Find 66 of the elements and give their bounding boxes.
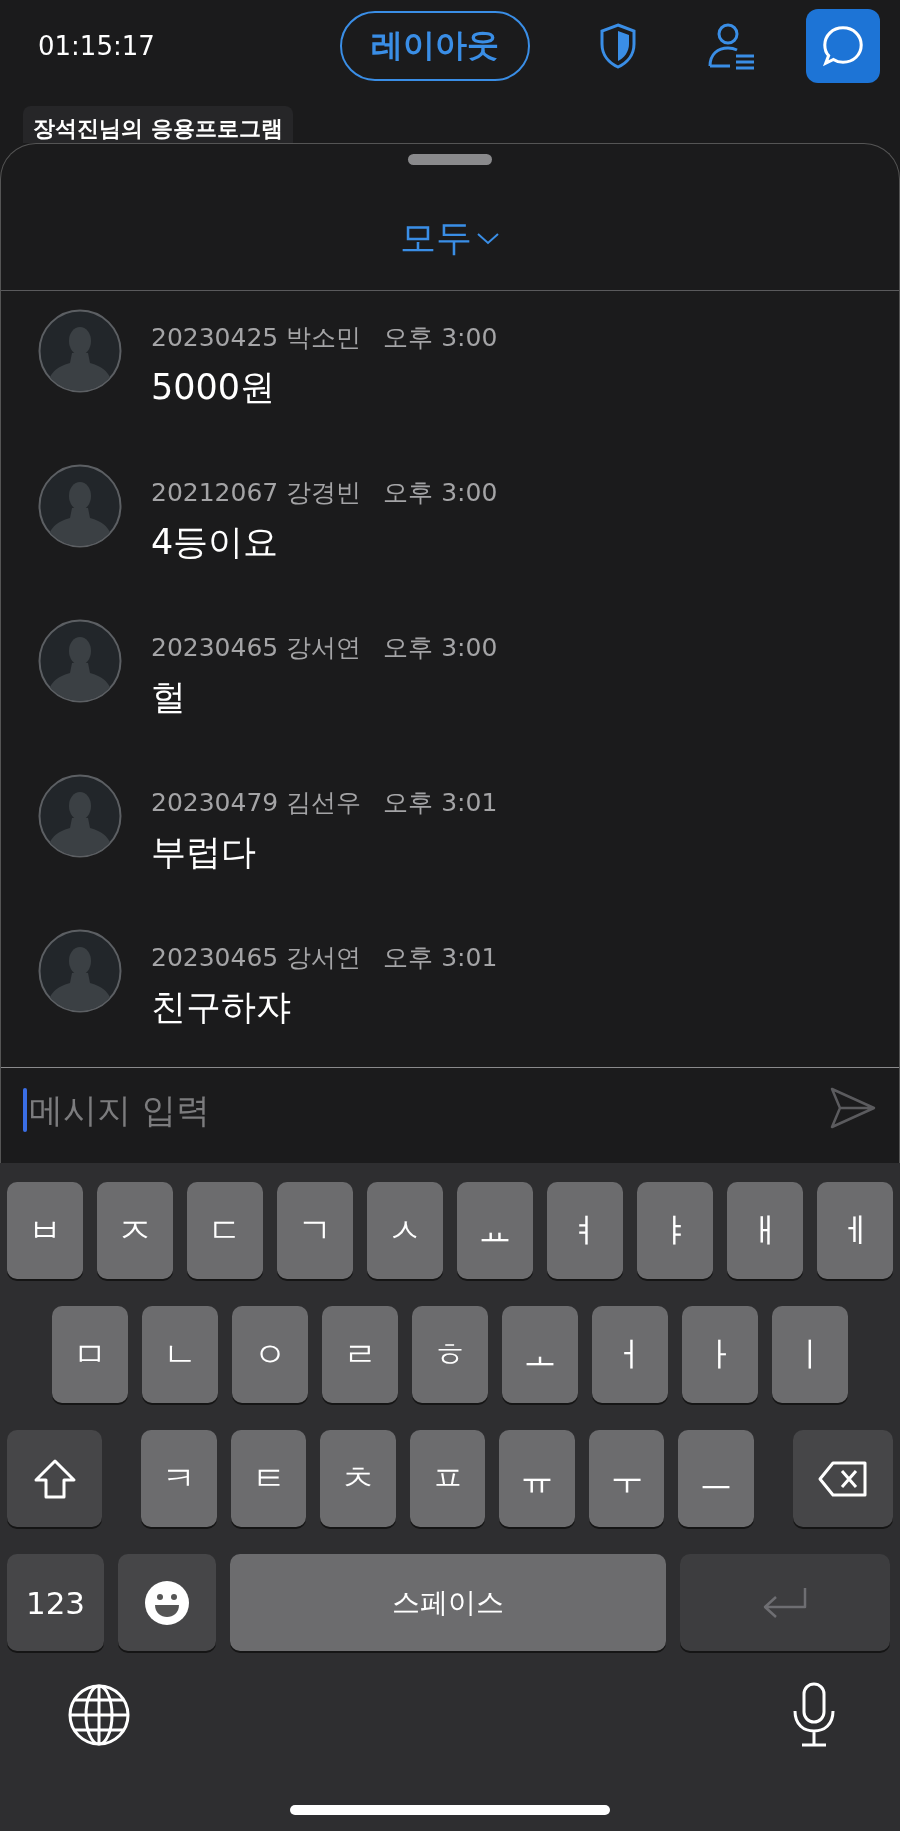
filter-dropdown[interactable]: 모두 [394, 213, 506, 264]
letter-key[interactable]: ㅔ [817, 1182, 893, 1279]
globe-icon[interactable] [67, 1683, 131, 1747]
message-text: 친구하쟈 [151, 986, 292, 1029]
clock-time: 01:15:17 [38, 31, 155, 61]
letter-key[interactable]: ㄴ [142, 1306, 218, 1403]
message-text: 부럽다 [151, 831, 257, 874]
smiley-icon [144, 1579, 190, 1626]
shield-icon[interactable] [598, 22, 638, 70]
letter-key[interactable]: ㅂ [7, 1182, 83, 1279]
letter-key[interactable]: ㄱ [277, 1182, 353, 1279]
letter-key[interactable]: ㅊ [320, 1430, 396, 1527]
letter-key[interactable]: ㅏ [682, 1306, 758, 1403]
message-text: 헐 [151, 676, 187, 719]
letter-key[interactable]: ㅜ [588, 1430, 665, 1527]
letter-key[interactable]: ㅕ [547, 1182, 623, 1279]
letter-key[interactable]: ㅋ [141, 1430, 217, 1527]
message-field[interactable]: 메시지 입력 [27, 1089, 829, 1130]
delete-key[interactable] [792, 1430, 894, 1527]
message-time: 오후 3:00 [383, 477, 498, 509]
sender-name: 20230425 박소민 [151, 322, 362, 354]
letter-key[interactable]: ㅎ [412, 1306, 488, 1403]
letter-key[interactable]: ㅁ [52, 1306, 128, 1403]
emoji-key[interactable] [118, 1554, 216, 1651]
drag-handle[interactable] [408, 154, 492, 165]
letter-key[interactable]: ㄷ [187, 1182, 263, 1279]
backspace-icon [816, 1459, 869, 1498]
letter-key[interactable]: ㅐ [727, 1182, 803, 1279]
letter-key[interactable]: ㅛ [457, 1182, 533, 1279]
letter-key[interactable]: ㅓ [592, 1306, 668, 1403]
letter-key[interactable]: ㅡ [678, 1430, 754, 1527]
message-time: 오후 3:00 [383, 632, 498, 664]
avatar-icon [38, 464, 122, 548]
chat-button[interactable] [806, 9, 880, 83]
sender-name: 20230465 강서연 [151, 632, 362, 664]
letter-key[interactable]: ㅌ [230, 1430, 307, 1527]
letter-key[interactable]: ㅍ [409, 1430, 486, 1527]
message-time: 오후 3:01 [383, 942, 498, 974]
app-title: 장석진님의 응용프로그램 [23, 106, 293, 143]
layout-button[interactable]: 레이아웃 [340, 11, 530, 81]
message-time: 오후 3:00 [383, 322, 498, 354]
chevron-down-icon [476, 231, 500, 246]
shift-key[interactable] [7, 1430, 103, 1527]
avatar-icon [38, 774, 122, 858]
message-text: 4등이요 [151, 521, 280, 564]
avatar-icon [38, 619, 122, 703]
letter-key[interactable]: ㄹ [322, 1306, 398, 1403]
sender-name: 20230479 김선우 [151, 787, 362, 819]
text-cursor [23, 1087, 27, 1132]
letter-key[interactable]: ㅅ [367, 1182, 443, 1279]
sender-name: 20230465 강서연 [151, 942, 362, 974]
sender-name: 20212067 강경빈 [151, 477, 362, 509]
letter-key[interactable]: ㅣ [772, 1306, 848, 1403]
numbers-key[interactable]: 123 [7, 1554, 104, 1651]
space-key[interactable]: 스페이스 [230, 1554, 666, 1651]
letter-key[interactable]: ㅑ [637, 1182, 713, 1279]
avatar-icon [38, 929, 122, 1013]
letter-key[interactable]: ㅠ [499, 1430, 575, 1527]
avatar-icon [38, 309, 122, 393]
letter-key[interactable]: ㅈ [97, 1182, 173, 1279]
send-icon [829, 1086, 877, 1130]
letter-key[interactable]: ㅇ [232, 1306, 308, 1403]
message-time: 오후 3:01 [383, 787, 498, 819]
message-text: 5000원 [151, 366, 277, 409]
letter-key[interactable]: ㅗ [502, 1306, 578, 1403]
chat-bubble-icon [820, 23, 866, 69]
